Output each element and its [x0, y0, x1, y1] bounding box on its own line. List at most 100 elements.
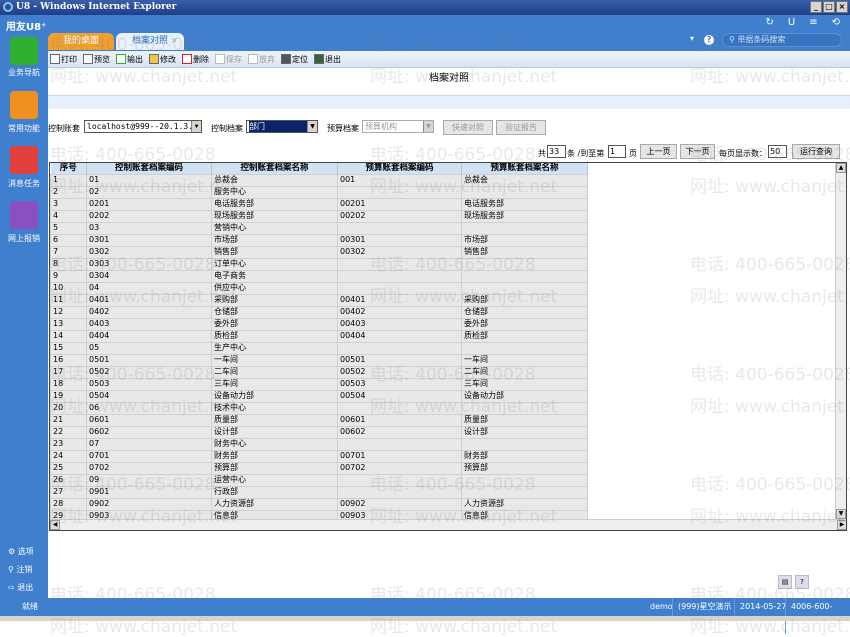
table-cell[interactable]: 9: [50, 269, 87, 283]
table-cell[interactable]: [461, 473, 588, 487]
table-cell[interactable]: 运营中心: [211, 473, 338, 487]
table-cell[interactable]: 00902: [337, 497, 462, 511]
table-cell[interactable]: 仓储部: [461, 305, 588, 319]
table-cell[interactable]: 00504: [337, 389, 462, 403]
table-cell[interactable]: 人力资源部: [211, 497, 338, 511]
table-cell[interactable]: 委外部: [461, 317, 588, 331]
table-cell[interactable]: 0702: [86, 461, 212, 475]
table-row[interactable]: 22 0602 设计部 00602 设计部: [50, 425, 588, 439]
logout-icon[interactable]: ⟲: [832, 17, 840, 28]
table-cell[interactable]: 0402: [86, 305, 212, 319]
table-cell[interactable]: 订单中心: [211, 257, 338, 271]
next-page-button[interactable]: 下一页: [680, 144, 715, 159]
table-cell[interactable]: 采购部: [461, 293, 588, 307]
scroll-down-button[interactable]: ▼: [836, 509, 846, 519]
quick-compare-button[interactable]: 快速对照: [443, 120, 493, 135]
table-row[interactable]: 26 09 运营中心: [50, 473, 588, 487]
table-row[interactable]: 16 0501 一车间 00501 一车间: [50, 353, 588, 367]
table-cell[interactable]: [461, 437, 588, 451]
table-cell[interactable]: 0404: [86, 329, 212, 343]
table-cell[interactable]: 0504: [86, 389, 212, 403]
column-header-control-code[interactable]: 控制账套档案编码: [86, 163, 212, 174]
edit-button[interactable]: 修改: [149, 54, 176, 65]
table-cell[interactable]: 27: [50, 485, 87, 499]
table-cell[interactable]: 设计部: [461, 425, 588, 439]
table-cell[interactable]: 0401: [86, 293, 212, 307]
table-cell[interactable]: 0202: [86, 209, 212, 223]
discard-button[interactable]: 放弃: [248, 54, 275, 65]
table-cell[interactable]: 28: [50, 497, 87, 511]
table-row[interactable]: 11 0401 采购部 00401 采购部: [50, 293, 588, 307]
table-cell[interactable]: 质检部: [211, 329, 338, 343]
table-cell[interactable]: 0201: [86, 197, 212, 211]
sidebar-item-expense[interactable]: 网上报销: [0, 201, 48, 244]
table-cell[interactable]: 8: [50, 257, 87, 271]
table-cell[interactable]: 18: [50, 377, 87, 391]
table-cell[interactable]: 营销中心: [211, 221, 338, 235]
export-button[interactable]: 输出: [116, 54, 143, 65]
table-cell[interactable]: 16: [50, 353, 87, 367]
table-row[interactable]: 2 02 服务中心: [50, 185, 588, 199]
save-button[interactable]: 保存: [215, 54, 242, 65]
table-row[interactable]: 8 0303 订单中心: [50, 257, 588, 271]
table-cell[interactable]: [461, 281, 588, 295]
table-cell[interactable]: 0301: [86, 233, 212, 247]
table-cell[interactable]: 三车间: [461, 377, 588, 391]
table-cell[interactable]: 设备动力部: [211, 389, 338, 403]
table-cell[interactable]: 财务部: [461, 449, 588, 463]
table-cell[interactable]: 13: [50, 317, 87, 331]
close-button[interactable]: ×: [836, 1, 848, 13]
table-cell[interactable]: 00202: [337, 209, 462, 223]
print-small-icon[interactable]: ▤: [778, 575, 792, 589]
run-query-button[interactable]: 运行查询: [792, 144, 840, 159]
table-cell[interactable]: [461, 341, 588, 355]
table-cell[interactable]: 3: [50, 197, 87, 211]
table-cell[interactable]: 0701: [86, 449, 212, 463]
table-cell[interactable]: 09: [86, 473, 212, 487]
table-cell[interactable]: [337, 257, 462, 271]
table-cell[interactable]: 00402: [337, 305, 462, 319]
sidebar-item-favorites[interactable]: 常用功能: [0, 91, 48, 134]
table-row[interactable]: 13 0403 委外部 00403 委外部: [50, 317, 588, 331]
table-cell[interactable]: 行政部: [211, 485, 338, 499]
table-cell[interactable]: [337, 185, 462, 199]
scroll-up-button[interactable]: ▲: [836, 163, 846, 173]
table-cell[interactable]: [337, 473, 462, 487]
exit-toolbar-button[interactable]: 退出: [314, 54, 341, 65]
table-cell[interactable]: 服务中心: [211, 185, 338, 199]
table-cell[interactable]: 02: [86, 185, 212, 199]
control-account-select[interactable]: localhost@999--20.1.3.! ▼: [84, 120, 202, 133]
table-cell[interactable]: 05: [86, 341, 212, 355]
table-cell[interactable]: 0602: [86, 425, 212, 439]
table-cell[interactable]: 质量部: [211, 413, 338, 427]
table-row[interactable]: 25 0702 预算部 00702 预算部: [50, 461, 588, 475]
table-cell[interactable]: 5: [50, 221, 87, 235]
table-row[interactable]: 23 07 财务中心: [50, 437, 588, 451]
table-cell[interactable]: 0304: [86, 269, 212, 283]
table-cell[interactable]: [337, 341, 462, 355]
table-cell[interactable]: 电子商务: [211, 269, 338, 283]
table-cell[interactable]: 00404: [337, 329, 462, 343]
table-cell[interactable]: 二车间: [461, 365, 588, 379]
table-cell[interactable]: [337, 437, 462, 451]
table-row[interactable]: 4 0202 现场服务部 00202 现场服务部: [50, 209, 588, 223]
table-cell[interactable]: 现场服务部: [461, 209, 588, 223]
table-cell[interactable]: 00501: [337, 353, 462, 367]
column-header-seq[interactable]: 序号: [50, 163, 87, 174]
table-cell[interactable]: 生产中心: [211, 341, 338, 355]
table-cell[interactable]: 22: [50, 425, 87, 439]
table-cell[interactable]: 04: [86, 281, 212, 295]
barcode-search-input[interactable]: ⚲ 单据条码搜索: [722, 33, 842, 47]
table-cell[interactable]: 0302: [86, 245, 212, 259]
table-row[interactable]: 5 03 营销中心: [50, 221, 588, 235]
preview-button[interactable]: 预览: [83, 54, 110, 65]
table-row[interactable]: 28 0902 人力资源部 00902 人力资源部: [50, 497, 588, 511]
table-cell[interactable]: 00701: [337, 449, 462, 463]
table-row[interactable]: 19 0504 设备动力部 00504 设备动力部: [50, 389, 588, 403]
table-cell[interactable]: [461, 257, 588, 271]
table-cell[interactable]: 0501: [86, 353, 212, 367]
table-cell[interactable]: 预算部: [461, 461, 588, 475]
page-number-input[interactable]: 1: [608, 145, 626, 158]
table-cell[interactable]: 技术中心: [211, 401, 338, 415]
minimize-button[interactable]: _: [810, 1, 822, 13]
